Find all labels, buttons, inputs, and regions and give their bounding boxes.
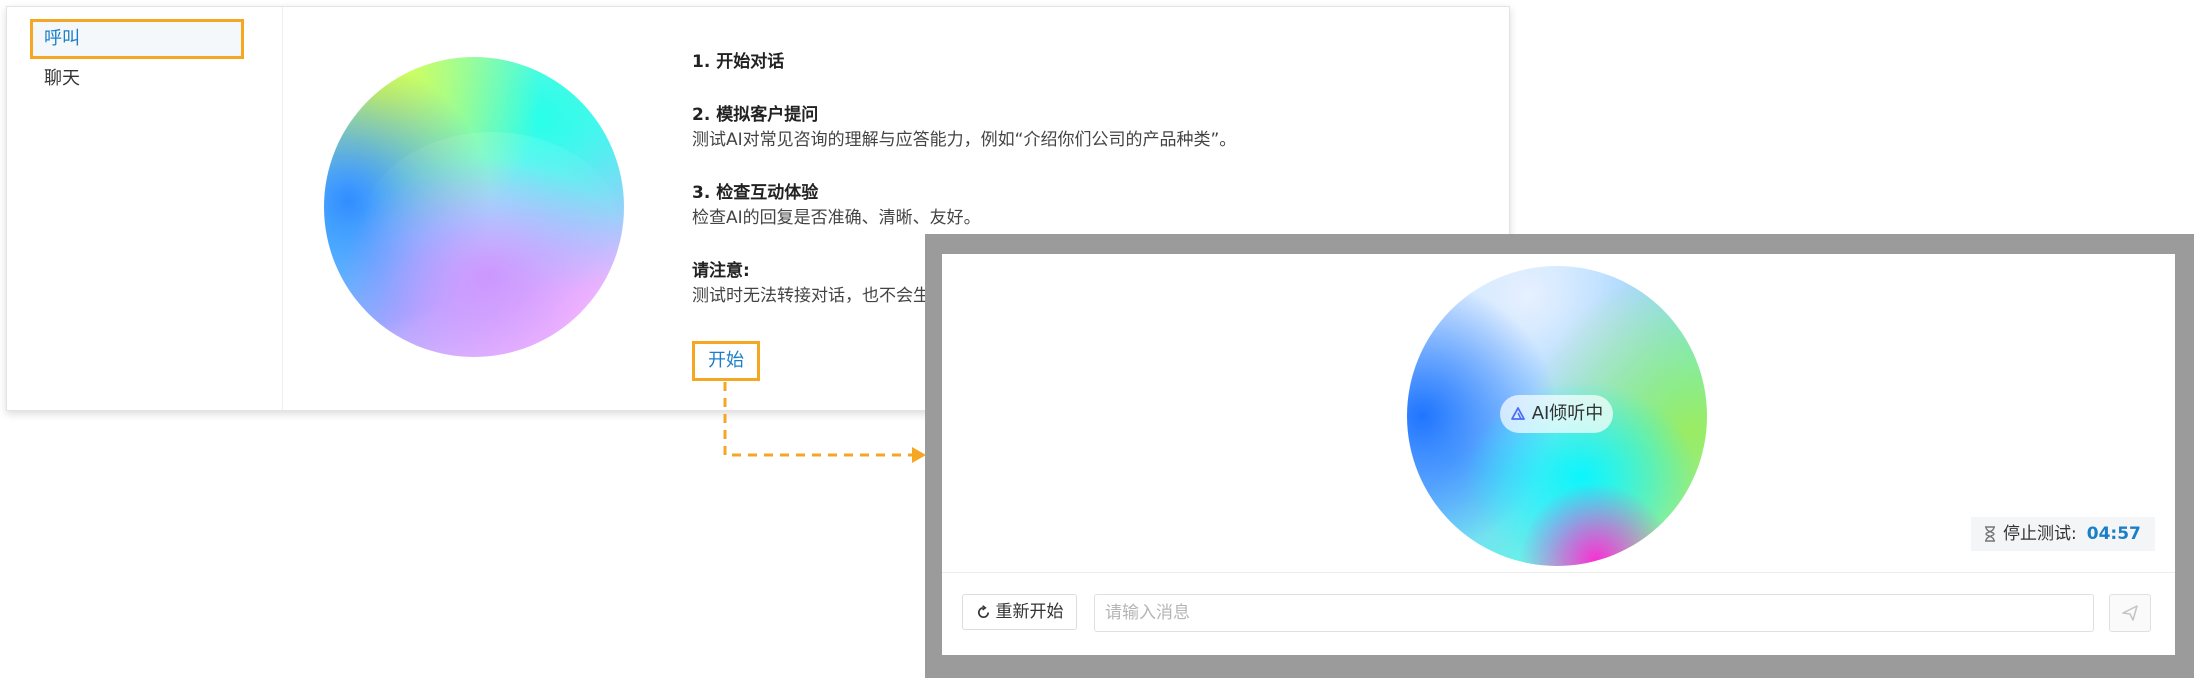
countdown-timer: 04:57 [2086,524,2141,544]
divider [942,572,2175,573]
restart-label: 重新开始 [995,602,1064,622]
send-button[interactable] [2109,594,2151,632]
test-panel: AI倾听中 停止测试: 04:57 重新开始 [942,254,2175,655]
ai-triangle-icon [1510,407,1525,420]
ai-listening-label: AI倾听中 [1531,403,1604,424]
ai-listening-badge: AI倾听中 [1500,395,1613,433]
stop-test-button[interactable]: 停止测试: 04:57 [1971,517,2155,551]
message-input[interactable] [1094,594,2094,632]
send-icon [2122,605,2138,621]
restart-button[interactable]: 重新开始 [962,594,1077,630]
stop-test-label: 停止测试: [2003,524,2077,544]
hourglass-icon [1985,526,1995,542]
refresh-icon [977,604,989,618]
